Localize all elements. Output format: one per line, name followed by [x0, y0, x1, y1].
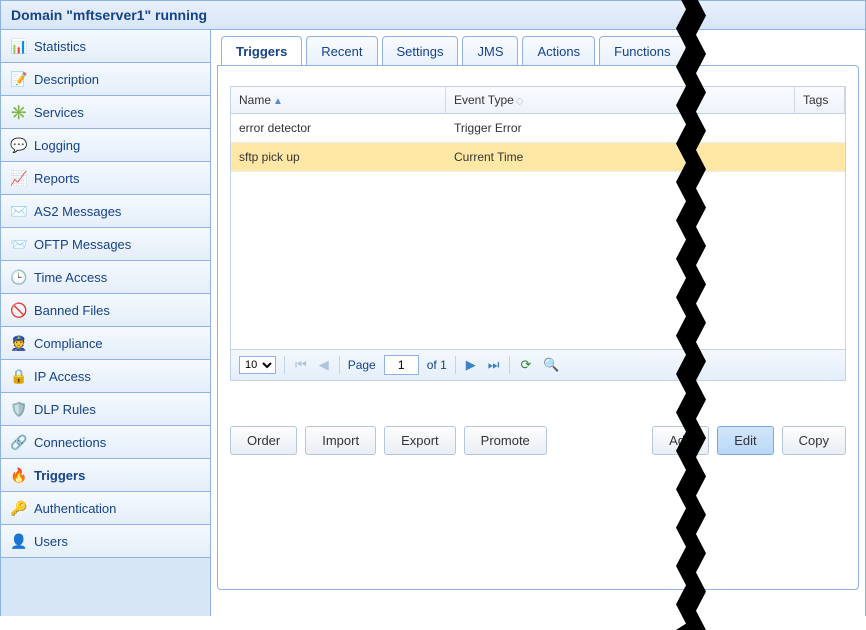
sidebar-item-label: Authentication: [34, 501, 116, 516]
order-button[interactable]: Order: [230, 426, 297, 455]
sidebar-item-label: AS2 Messages: [34, 204, 121, 219]
sidebar: 📊 Statistics 📝 Description ✳️ Services 💬 Loggin…: [1, 30, 211, 616]
tab-jms[interactable]: JMS: [462, 36, 518, 66]
separator: [339, 356, 340, 374]
domain-header: Domain "mftserver1" running: [1, 1, 865, 30]
description-icon: 📝: [11, 71, 27, 87]
grid-header: Name▲ Event Type◇ Tags: [231, 87, 845, 114]
sidebar-item-label: Connections: [34, 435, 106, 450]
promote-button[interactable]: Promote: [464, 426, 547, 455]
dlp-rules-icon: 🛡️: [11, 401, 27, 417]
sidebar-item-label: Statistics: [34, 39, 86, 54]
page-label: Page: [348, 358, 376, 372]
cell-tags: [795, 143, 845, 171]
sidebar-item-compliance[interactable]: 👮 Compliance: [1, 327, 210, 360]
sidebar-item-ip-access[interactable]: 🔒 IP Access: [1, 360, 210, 393]
search-icon[interactable]: 🔍: [541, 357, 561, 373]
cell-event-type: Trigger Error: [446, 114, 795, 142]
sidebar-item-logging[interactable]: 💬 Logging: [1, 129, 210, 162]
next-page-icon[interactable]: ▶: [464, 357, 478, 373]
time-access-icon: 🕒: [11, 269, 27, 285]
action-button-row: Order Import Export Promote Add Edit Cop…: [230, 426, 846, 455]
sidebar-item-connections[interactable]: 🔗 Connections: [1, 426, 210, 459]
sidebar-item-reports[interactable]: 📈 Reports: [1, 162, 210, 195]
sidebar-item-label: Description: [34, 72, 99, 87]
sidebar-item-as2-messages[interactable]: ✉️ AS2 Messages: [1, 195, 210, 228]
oftp-messages-icon: 📨: [11, 236, 27, 252]
sort-indicator-icon: ◇: [516, 96, 524, 107]
page-of-label: of 1: [427, 358, 447, 372]
cell-event-type: Current Time: [446, 143, 795, 171]
import-button[interactable]: Import: [305, 426, 376, 455]
sidebar-item-label: Compliance: [34, 336, 103, 351]
separator: [509, 356, 510, 374]
sidebar-item-dlp-rules[interactable]: 🛡️ DLP Rules: [1, 393, 210, 426]
sidebar-item-label: Services: [34, 105, 84, 120]
connections-icon: 🔗: [11, 434, 27, 450]
statistics-icon: 📊: [11, 38, 27, 54]
triggers-grid: Name▲ Event Type◇ Tags error detectorTri…: [230, 86, 846, 381]
prev-page-icon[interactable]: ◀: [317, 357, 331, 373]
sidebar-item-banned-files[interactable]: 🚫 Banned Files: [1, 294, 210, 327]
triggers-icon: 🔥: [11, 467, 27, 483]
refresh-icon[interactable]: ⟳: [518, 357, 533, 373]
tab-settings[interactable]: Settings: [382, 36, 459, 66]
sidebar-item-time-access[interactable]: 🕒 Time Access: [1, 261, 210, 294]
sidebar-item-users[interactable]: 👤 Users: [1, 525, 210, 558]
export-button[interactable]: Export: [384, 426, 456, 455]
banned-files-icon: 🚫: [11, 302, 27, 318]
sidebar-item-triggers[interactable]: 🔥 Triggers: [1, 459, 210, 492]
sidebar-item-label: Logging: [34, 138, 80, 153]
copy-button[interactable]: Copy: [782, 426, 846, 455]
separator: [455, 356, 456, 374]
sidebar-item-authentication[interactable]: 🔑 Authentication: [1, 492, 210, 525]
cell-name: sftp pick up: [231, 143, 446, 171]
sidebar-item-statistics[interactable]: 📊 Statistics: [1, 30, 210, 63]
services-icon: ✳️: [11, 104, 27, 120]
sidebar-item-label: Banned Files: [34, 303, 110, 318]
content-area: TriggersRecentSettingsJMSActionsFunction…: [211, 30, 865, 616]
reports-icon: 📈: [11, 170, 27, 186]
sidebar-item-label: DLP Rules: [34, 402, 96, 417]
tab-functions[interactable]: Functions: [599, 36, 685, 66]
page-size-select[interactable]: 10: [239, 356, 276, 374]
sidebar-item-services[interactable]: ✳️ Services: [1, 96, 210, 129]
tab-recent[interactable]: Recent: [306, 36, 377, 66]
first-page-icon[interactable]: ⏮: [293, 357, 309, 373]
table-row[interactable]: error detectorTrigger Error: [231, 114, 845, 143]
paging-toolbar: 10 ⏮ ◀ Page of 1 ▶ ⏭ ⟳ 🔍: [231, 349, 845, 380]
separator: [284, 356, 285, 374]
grid-body: error detectorTrigger Errorsftp pick upC…: [231, 114, 845, 349]
sidebar-item-label: Triggers: [34, 468, 85, 483]
last-page-icon[interactable]: ⏭: [486, 357, 502, 373]
sidebar-item-label: IP Access: [34, 369, 91, 384]
sidebar-item-label: Reports: [34, 171, 80, 186]
col-header-name[interactable]: Name▲: [231, 87, 446, 113]
users-icon: 👤: [11, 533, 27, 549]
logging-icon: 💬: [11, 137, 27, 153]
tab-actions[interactable]: Actions: [522, 36, 595, 66]
sidebar-item-label: Time Access: [34, 270, 107, 285]
authentication-icon: 🔑: [11, 500, 27, 516]
ip-access-icon: 🔒: [11, 368, 27, 384]
page-number-input[interactable]: [384, 355, 419, 375]
as2-messages-icon: ✉️: [11, 203, 27, 219]
tab-strip: TriggersRecentSettingsJMSActionsFunction…: [221, 36, 859, 66]
cell-name: error detector: [231, 114, 446, 142]
domain-title: Domain "mftserver1" running: [11, 7, 207, 23]
cell-tags: [795, 114, 845, 142]
sidebar-item-label: OFTP Messages: [34, 237, 131, 252]
col-header-event-type[interactable]: Event Type◇: [446, 87, 795, 113]
sidebar-item-description[interactable]: 📝 Description: [1, 63, 210, 96]
tab-triggers[interactable]: Triggers: [221, 36, 302, 66]
table-row[interactable]: sftp pick upCurrent Time: [231, 143, 845, 172]
triggers-panel: Name▲ Event Type◇ Tags error detectorTri…: [217, 65, 859, 590]
sort-asc-icon: ▲: [273, 96, 283, 107]
col-header-tags[interactable]: Tags: [795, 87, 845, 113]
edit-button[interactable]: Edit: [717, 426, 773, 455]
sidebar-item-label: Users: [34, 534, 68, 549]
sidebar-item-oftp-messages[interactable]: 📨 OFTP Messages: [1, 228, 210, 261]
compliance-icon: 👮: [11, 335, 27, 351]
